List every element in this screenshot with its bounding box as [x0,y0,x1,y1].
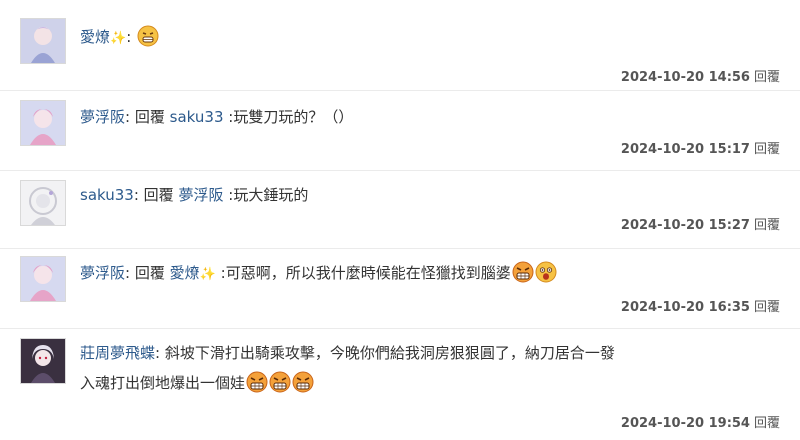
reply-target-user[interactable]: saku33 [170,108,224,126]
comment-text: :玩雙刀玩的？（） [228,108,354,126]
comment-meta: 2024-10-20 15:27 回覆 [621,214,780,233]
timestamp: 2024-10-20 15:27 [620,218,750,233]
reply-word: 回覆 [143,186,174,204]
reply-button[interactable]: 回覆 [754,142,780,157]
username[interactable]: saku33 [80,186,134,204]
comment-meta: 2024-10-20 14:56 回覆 [621,66,780,85]
reply-button[interactable]: 回覆 [754,70,780,85]
timestamp: 2024-10-20 15:17 [620,142,750,157]
comment-item: 愛燎✨: 2024-10-20 14:56 回覆 [0,0,800,91]
avatar[interactable] [20,18,66,64]
reply-word: 回覆 [134,264,165,282]
comment-list: 愛燎✨: 2024-10-20 14:56 回覆 夢浮阪: 回覆 saku33 :… [0,0,800,440]
shocked-emoji [535,261,557,283]
grinning-emoji [137,25,159,47]
comment-line: 莊周夢飛蝶: 斜坡下滑打出騎乘攻擊，今晚你們給我洞房狠狠圓了，納刀居合一發 [80,340,780,366]
reply-button[interactable]: 回覆 [754,300,780,315]
grimacing-angry-emoji [246,371,268,393]
comment-item: 莊周夢飛蝶: 斜坡下滑打出騎乘攻擊，今晚你們給我洞房狠狠圓了，納刀居合一發 入魂… [0,328,800,440]
comment-meta: 2024-10-20 16:35 回覆 [621,296,780,315]
username[interactable]: 夢浮阪 [80,108,125,126]
reply-target-user[interactable]: 愛燎 [170,264,200,282]
timestamp: 2024-10-20 14:56 [620,70,750,85]
comment-line: 夢浮阪: 回覆 愛燎✨ :可惡啊，所以我什麼時候能在怪獵找到腦婆 [80,260,780,288]
avatar[interactable] [20,256,66,302]
timestamp: 2024-10-20 19:54 [620,416,750,431]
sparkles-icon: ✨ [110,31,127,46]
colon: : [125,108,131,126]
grimacing-angry-emoji [292,371,314,393]
username[interactable]: 愛燎 [80,28,110,46]
sparkles-icon: ✨ [199,267,216,282]
comment-meta: 2024-10-20 15:17 回覆 [621,138,780,157]
comment-item: saku33: 回覆 夢浮阪 :玩大錘玩的 2024-10-20 15:27 回覆 [0,170,800,249]
comment-text-continued: 入魂打出倒地爆出一個娃 [80,374,246,392]
comment-meta: 2024-10-20 19:54 回覆 [621,412,780,431]
avatar[interactable] [20,180,66,226]
colon: : [155,344,161,362]
colon: : [133,186,139,204]
colon: : [126,28,132,46]
comment-text: :可惡啊，所以我什麼時候能在怪獵找到腦婆 [220,264,511,282]
comment-line: saku33: 回覆 夢浮阪 :玩大錘玩的 [80,182,780,208]
comment-text: :玩大錘玩的 [228,186,309,204]
grimacing-angry-emoji [269,371,291,393]
reply-button[interactable]: 回覆 [754,416,780,431]
comment-line: 夢浮阪: 回覆 saku33 :玩雙刀玩的？（） [80,104,780,130]
comment-text: 斜坡下滑打出騎乘攻擊，今晚你們給我洞房狠狠圓了，納刀居合一發 [164,344,615,362]
colon: : [125,264,131,282]
reply-button[interactable]: 回覆 [754,218,780,233]
username[interactable]: 夢浮阪 [80,264,125,282]
reply-word: 回覆 [134,108,165,126]
comment-item: 夢浮阪: 回覆 愛燎✨ :可惡啊，所以我什麼時候能在怪獵找到腦婆 2024-10… [0,248,800,329]
grimacing-angry-emoji [512,261,534,283]
comment-line-2: 入魂打出倒地爆出一個娃 [80,370,314,396]
reply-target-user[interactable]: 夢浮阪 [178,186,223,204]
username[interactable]: 莊周夢飛蝶 [80,344,155,362]
comment-item: 夢浮阪: 回覆 saku33 :玩雙刀玩的？（） 2024-10-20 15:1… [0,90,800,171]
avatar[interactable] [20,338,66,384]
timestamp: 2024-10-20 16:35 [620,300,750,315]
comment-line: 愛燎✨: [80,24,780,52]
avatar[interactable] [20,100,66,146]
